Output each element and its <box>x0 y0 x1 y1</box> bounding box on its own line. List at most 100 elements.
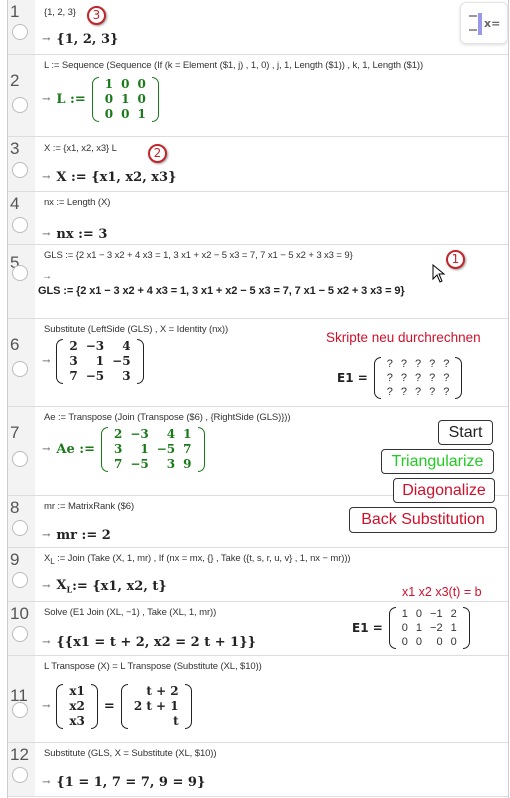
visibility-toggle-circle[interactable] <box>12 265 28 281</box>
matrix-cell: ? <box>415 386 422 398</box>
right-paren <box>197 427 205 472</box>
matrix-cell: 7 <box>69 369 78 383</box>
visibility-toggle-circle[interactable] <box>12 361 28 377</box>
cas-output: → 2 −3 4 3 1 −5 7 −5 3 <box>42 339 144 384</box>
matrix-table: ??????????????? <box>383 357 454 399</box>
back-substitution-button[interactable]: Back Substitution <box>349 507 497 533</box>
matrix-cell: −2 <box>430 622 443 634</box>
matrix-cell: 4 <box>122 339 131 353</box>
matrix-cell: 2 <box>113 427 123 441</box>
matrix-cell: t <box>173 714 179 728</box>
output-arrow-icon: → <box>42 777 51 788</box>
cas-input[interactable]: {1, 2, 3} <box>44 7 76 18</box>
cas-input[interactable]: L Transpose (X) = L Transpose (Substitut… <box>44 661 262 672</box>
cas-row-2[interactable]: 2 L := Sequence (Sequence (If (k = Elemen… <box>8 55 508 137</box>
matrix-cell: −5 <box>85 369 105 383</box>
cas-row-12[interactable]: 12 Substitute (GLS, X = Substitute (XL, $… <box>8 743 508 797</box>
matrix-cell: x1 <box>69 684 85 698</box>
visibility-toggle-circle[interactable] <box>12 626 28 642</box>
matrix-cell: t + 2 <box>146 684 179 698</box>
matrix: 2 −3 4 3 1 −5 7 −5 3 <box>56 339 144 384</box>
cas-input[interactable]: GLS := {2 x1 − 3 x2 + 4 x3 = 1, 3 x1 + x… <box>44 250 353 261</box>
cas-input[interactable]: Substitute (GLS, X = Substitute (XL, $10… <box>44 748 217 759</box>
cas-input[interactable]: nx := Length (X) <box>44 197 110 208</box>
cas-output: → L := 1 0 0 0 1 0 0 0 1 <box>42 77 159 122</box>
matrix-cell: ? <box>400 358 408 370</box>
output-arrow-icon: → <box>42 530 51 541</box>
right-paren <box>90 684 98 729</box>
row-number: 3 <box>10 139 20 158</box>
input-text: mr := MatrixRank ($6) <box>44 501 135 512</box>
output-text: X := {x1, x2, x3} <box>56 170 177 185</box>
left-paren <box>100 427 108 472</box>
algebra-toggle-button[interactable]: x= <box>460 2 508 44</box>
matrix-row: 100 <box>101 77 150 92</box>
matrix-cell: ? <box>386 358 393 370</box>
matrix-cell: 7 <box>113 457 123 471</box>
visibility-toggle-circle[interactable] <box>12 24 28 40</box>
output-text: mr := 2 <box>56 528 111 543</box>
matrix-cell: 1 <box>140 442 149 456</box>
matrix-cell: 2 t + 1 <box>133 699 179 713</box>
visibility-toggle-circle[interactable] <box>12 767 28 783</box>
matrix: 100010001 <box>91 77 159 122</box>
matrix-row: ????? <box>383 357 454 371</box>
input-text: GLS := {2 x1 − 3 x2 + 4 x3 = 1, 3 x1 + x… <box>44 250 353 261</box>
matrix-cell: 7 <box>183 442 192 456</box>
output-prefix: X <box>56 578 67 593</box>
cas-input[interactable]: X := {x1, x2, x3} L <box>44 143 117 154</box>
visibility-toggle-circle[interactable] <box>12 451 28 467</box>
matrix-cell: ? <box>429 358 436 370</box>
visibility-toggle-circle[interactable] <box>12 162 28 178</box>
cas-input[interactable]: Solve (E1 Join (XL, −1) , Take (XL, 1, m… <box>44 607 216 618</box>
matrix-cell: 0 <box>104 92 114 106</box>
output-arrow-icon: → <box>42 356 51 367</box>
output-arrow-icon: → <box>42 580 51 592</box>
triangularize-button[interactable]: Triangularize <box>381 449 494 474</box>
output-text: GLS := {2 x1 − 3 x2 + 4 x3 = 1, 3 x1 + x… <box>38 285 405 297</box>
cas-row-4[interactable]: 4 nx := Length (X) → nx := 3 <box>8 192 508 245</box>
matrix-cell: ? <box>415 372 422 384</box>
cas-row-11[interactable]: 11 L Transpose (X) = L Transpose (Substit… <box>8 656 508 743</box>
e1-matrix-result: E1 = 1 0 −1 2 0 1 −2 1 0 0 0 0 <box>352 607 470 649</box>
input-text: X := {x1, x2, x3} L <box>44 143 117 154</box>
right-paren <box>136 339 144 384</box>
cas-input[interactable]: mr := MatrixRank ($6) <box>44 501 134 512</box>
visibility-toggle-circle[interactable] <box>12 702 28 718</box>
visibility-toggle-circle[interactable] <box>12 572 28 588</box>
matrix-cell: 0 <box>450 636 457 648</box>
matrix-cell: 0 <box>415 636 423 648</box>
matrix-cell: ? <box>400 372 408 384</box>
visibility-toggle-circle[interactable] <box>12 217 28 233</box>
input-text: L := Sequence (Sequence (If (k = Element… <box>44 60 424 71</box>
matrix-cell: −3 <box>130 427 149 441</box>
matrix: x1 x2 x3 <box>56 684 98 729</box>
matrix-cell: 0 <box>401 622 408 634</box>
row-number: 10 <box>10 604 29 623</box>
cas-input[interactable]: Ae := Transpose (Join (Transpose ($6) , … <box>44 412 291 423</box>
cas-input[interactable]: XL := Join (Take (X, 1, mr) , If (nx = m… <box>44 553 351 566</box>
cas-row-3[interactable]: 3 X := {x1, x2, x3} L → X := {x1, x2, x3} <box>8 137 508 192</box>
cas-input[interactable]: Substitute (LeftSide (GLS) , X = Identit… <box>44 324 228 335</box>
diagonalize-button[interactable]: Diagonalize <box>393 478 495 503</box>
matrix-cell: 0 <box>436 636 443 648</box>
row-number: 1 <box>10 2 20 21</box>
matrix-cell: 0 <box>415 608 423 620</box>
matrix-cell: 2 <box>69 339 78 353</box>
start-button[interactable]: Start <box>438 420 493 445</box>
output-text: {1 = 1, 7 = 7, 9 = 9} <box>56 775 206 790</box>
input-text: L Transpose (X) = L Transpose (Substitut… <box>44 661 262 672</box>
highlight-bar <box>478 13 482 35</box>
matrix-cell: ? <box>429 386 436 398</box>
visibility-toggle-circle[interactable] <box>12 520 28 536</box>
matrix-cell: 3 <box>166 457 176 471</box>
e1-label: E1 = <box>337 371 368 385</box>
cas-row-1[interactable]: 1 {1, 2, 3} → {1, 2, 3} <box>8 0 508 55</box>
right-paren <box>455 357 463 399</box>
matrix-table: 2 −3 4 1 3 1 −5 7 7 −5 3 9 <box>110 427 196 472</box>
row-number: 7 <box>10 423 20 442</box>
matrix-row: 0000 <box>398 635 461 649</box>
cas-input[interactable]: L := Sequence (Sequence (If (k = Element… <box>44 60 423 71</box>
matrix-cell: ? <box>443 358 450 370</box>
visibility-toggle-circle[interactable] <box>12 97 28 113</box>
